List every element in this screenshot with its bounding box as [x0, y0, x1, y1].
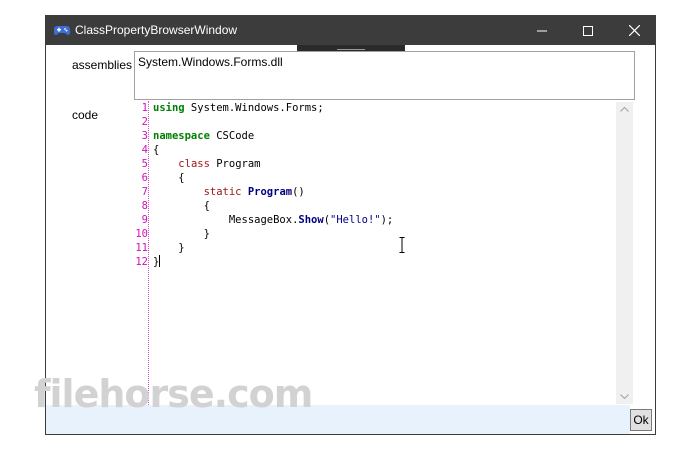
assemblies-label: assemblies [72, 58, 133, 72]
keyword: namespace [153, 130, 210, 142]
scroll-down-icon[interactable] [620, 394, 629, 399]
code-text: MessageBox. [228, 214, 299, 226]
watermark-logo: filehorse.com [34, 372, 313, 416]
grip-line [337, 49, 365, 50]
close-button[interactable] [611, 16, 657, 45]
line-number: 9 [141, 214, 148, 226]
maximize-icon [583, 25, 593, 36]
code-line: static Program() [153, 185, 305, 199]
code-line: using System.Windows.Forms; [153, 101, 324, 115]
line-number: 1 [141, 102, 148, 114]
window-title: ClassPropertyBrowserWindow [75, 23, 238, 37]
line-number: 10 [135, 228, 148, 240]
line-number: 4 [141, 144, 148, 156]
code-line: namespace CSCode [153, 129, 254, 143]
code-vertical-scrollbar[interactable] [616, 102, 633, 404]
close-icon [628, 25, 640, 36]
line-number-gutter: 1 2 3 4 5 6 7 8 9 10 11 12 [134, 101, 149, 405]
code-text: ); [380, 214, 394, 226]
line-number: 11 [135, 242, 148, 254]
line-number: 7 [141, 186, 148, 198]
keyword: static [203, 186, 242, 198]
keyword: using [153, 102, 185, 114]
code-line: class Program [153, 157, 261, 171]
code-text: { [178, 172, 185, 184]
line-number: 6 [141, 172, 148, 184]
code-editor[interactable]: 1 2 3 4 5 6 7 8 9 10 11 12 using System.… [134, 101, 635, 405]
line-number: 2 [141, 116, 148, 128]
string-literal: "Hello!" [330, 214, 381, 226]
code-line: { [153, 199, 210, 213]
code-text: System.Windows.Forms; [184, 102, 324, 114]
maximize-button[interactable] [565, 16, 611, 45]
ibeam-cursor-icon [399, 237, 405, 253]
code-label: code [72, 108, 99, 122]
code-line: MessageBox.Show("Hello!"); [153, 213, 393, 227]
method-name: Show [298, 214, 324, 226]
ok-button[interactable]: Ok [630, 409, 652, 431]
code-text: { [203, 200, 210, 212]
line-number: 5 [141, 158, 148, 170]
line-number: 12 [135, 256, 148, 268]
line-number: 8 [141, 200, 148, 212]
line-number: 3 [141, 130, 148, 142]
minimize-button[interactable] [519, 16, 565, 45]
code-text: CSCode [209, 130, 255, 142]
code-line: } [153, 227, 210, 241]
scroll-up-icon[interactable] [620, 107, 629, 112]
title-bar[interactable]: ClassPropertyBrowserWindow [46, 16, 655, 45]
assemblies-input[interactable]: System.Windows.Forms.dll [134, 51, 635, 100]
code-text: } [203, 228, 210, 240]
main-window: ClassPropertyBrowserWindow assemblies Sy… [34, 15, 656, 435]
keyword: class [178, 158, 210, 170]
code-line: { [153, 171, 185, 185]
code-text: } [178, 242, 185, 254]
method-name: Program [247, 186, 293, 198]
gamepad-icon [54, 26, 70, 35]
minimize-icon [537, 30, 547, 31]
text-caret [159, 255, 161, 267]
code-line: } [153, 255, 161, 269]
code-text: () [292, 186, 305, 198]
class-name: Program [216, 158, 261, 170]
code-line: } [153, 241, 185, 255]
code-line: { [153, 144, 160, 156]
